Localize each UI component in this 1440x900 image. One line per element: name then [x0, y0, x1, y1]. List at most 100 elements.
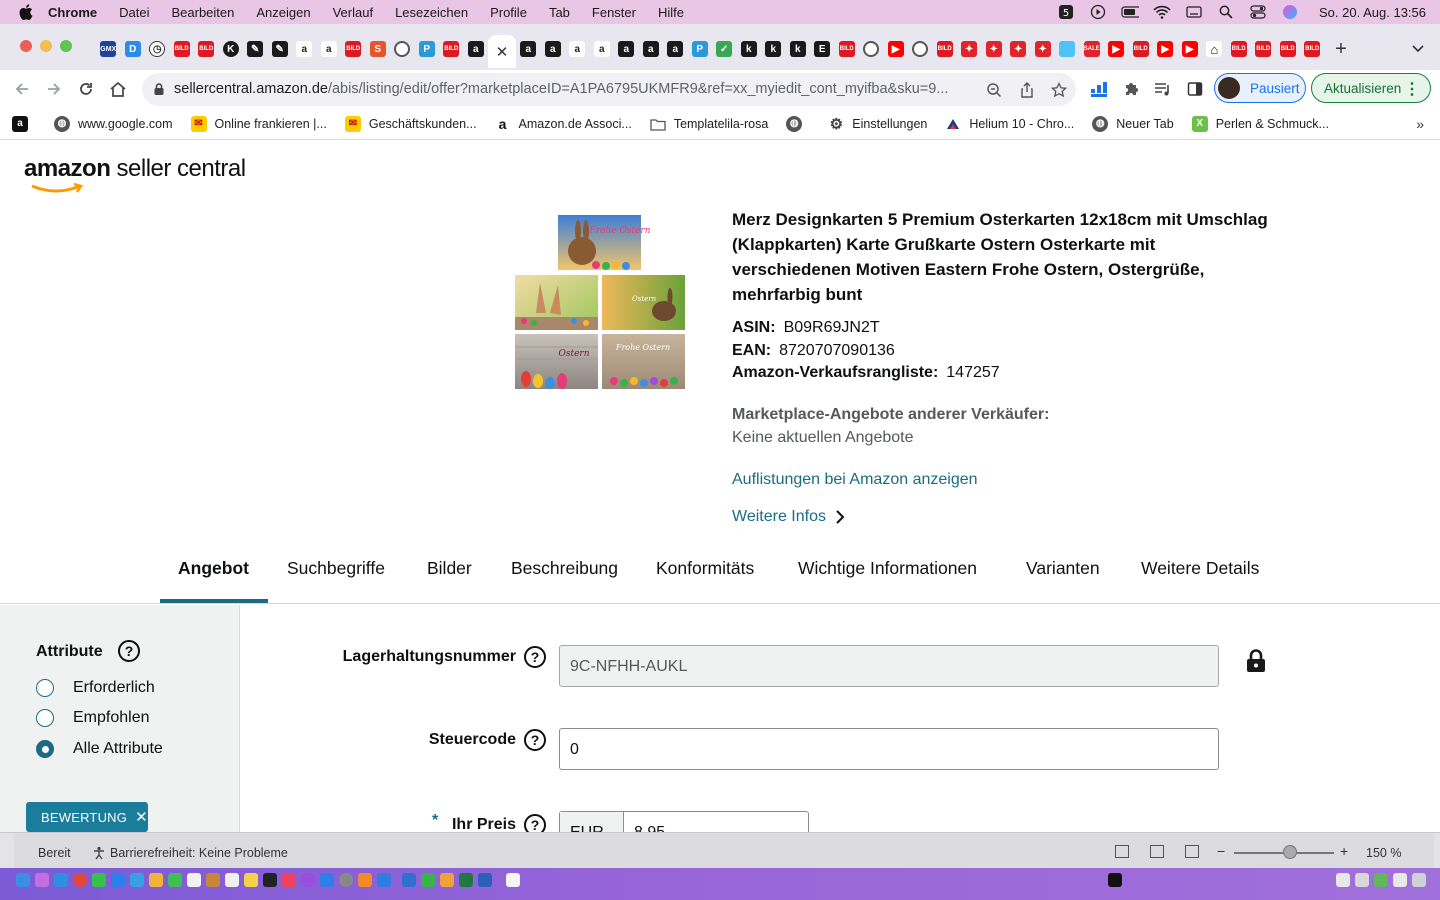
back-button[interactable] [11, 78, 33, 100]
tab-bild[interactable]: BILD [1300, 37, 1325, 61]
radio-button[interactable] [36, 709, 54, 727]
settings-icon[interactable] [339, 873, 353, 887]
tax-code-input[interactable]: 0 [559, 728, 1219, 770]
document-icon[interactable] [506, 873, 520, 887]
bookmark-neuer-tab[interactable]: ◍ Neuer Tab [1092, 115, 1174, 132]
extension-grid-icon[interactable] [1089, 79, 1109, 99]
tab-e[interactable]: E [810, 37, 835, 61]
tab-bild[interactable]: BILD [170, 37, 195, 61]
tab-bild[interactable]: BILD [194, 37, 219, 61]
siri-icon[interactable] [1281, 5, 1299, 19]
app-store-icon[interactable] [320, 873, 334, 887]
menu-tab[interactable]: Tab [549, 5, 570, 20]
media-queue-icon[interactable] [1153, 79, 1173, 99]
photos-icon[interactable] [149, 873, 163, 887]
bookmark-online-frankieren[interactable]: ✉ Online frankieren |... [190, 115, 327, 132]
tab-d[interactable]: D [121, 37, 146, 61]
side-panel-icon[interactable] [1185, 79, 1205, 99]
tab-k[interactable]: K [219, 37, 244, 61]
tab-check[interactable]: ✓ [712, 37, 737, 61]
tab-amazon[interactable]: a [639, 37, 664, 61]
radio-button-checked[interactable] [36, 740, 54, 758]
tab-youtube[interactable]: ▶ [1178, 37, 1203, 61]
bookmark-amazon[interactable]: a [12, 115, 36, 132]
zoom-window-button[interactable] [60, 40, 72, 52]
price-input[interactable]: EUR 8,95 [559, 811, 809, 832]
tab-chrome[interactable] [859, 37, 884, 61]
reload-button[interactable] [75, 78, 97, 100]
tab-k[interactable]: k [761, 37, 786, 61]
tab-beschreibung[interactable]: Beschreibung [511, 558, 618, 579]
chrome-icon[interactable] [73, 873, 87, 887]
tab-p[interactable]: P [688, 37, 713, 61]
control-center-icon[interactable] [1249, 5, 1267, 19]
tab-pdf[interactable]: ✦ [1006, 37, 1031, 61]
product-image[interactable]: Frohe Ostern Ostern Ostern Frohe Ostern [514, 213, 686, 391]
bookmark-templatelila-rosa[interactable]: Templatelila-rosa [649, 115, 768, 132]
tab-konformitaets[interactable]: Konformitäts [656, 558, 754, 579]
zoom-slider-handle[interactable] [1283, 845, 1297, 859]
tab-search-chevron-icon[interactable] [1408, 39, 1428, 59]
bookmark-amazon-associates[interactable]: a Amazon.de Associ... [494, 115, 632, 132]
tab-tool[interactable]: ✎ [268, 37, 293, 61]
tab-amazon[interactable]: a [663, 37, 688, 61]
menu-lesezeichen[interactable]: Lesezeichen [395, 5, 468, 20]
mail-icon[interactable] [111, 873, 125, 887]
tab-suchbegriffe[interactable]: Suchbegriffe [287, 558, 385, 579]
app-icon[interactable] [377, 873, 391, 887]
radio-alle-attribute[interactable]: Alle Attribute [36, 740, 163, 758]
tab-amazon[interactable]: a [565, 37, 590, 61]
contacts-icon[interactable] [206, 873, 220, 887]
battery-icon[interactable] [1121, 5, 1140, 19]
sku-input[interactable]: 9C-NFHH-AUKL [559, 645, 1219, 687]
menu-hilfe[interactable]: Hilfe [658, 5, 684, 20]
menu-anzeigen[interactable]: Anzeigen [256, 5, 310, 20]
tab-bild[interactable]: BILD [1276, 37, 1301, 61]
profile-paused-button[interactable]: Pausiert [1214, 73, 1306, 103]
new-tab-button[interactable]: + [1330, 37, 1352, 61]
tab-amazon[interactable]: a [464, 37, 489, 61]
tab-amazon[interactable]: a [590, 37, 615, 61]
more-info-link[interactable]: Weitere Infos [732, 508, 848, 526]
tab-amazon[interactable]: a [516, 37, 541, 61]
bookmark-star-icon[interactable] [1050, 81, 1068, 99]
menubar-clock[interactable]: So. 20. Aug. 13:56 [1319, 5, 1426, 20]
tab-bilder[interactable]: Bilder [427, 558, 472, 579]
page-break-view-icon[interactable] [1185, 845, 1199, 858]
app-icon[interactable] [358, 873, 372, 887]
facetime-icon[interactable] [168, 873, 182, 887]
calendar-icon[interactable] [187, 873, 201, 887]
minimized-window-icon[interactable] [1108, 873, 1122, 887]
tab-youtube[interactable]: ▶ [1104, 37, 1129, 61]
zoom-icon[interactable] [985, 81, 1003, 99]
tab-bild[interactable]: BILD [835, 37, 860, 61]
trash-icon[interactable] [1412, 873, 1426, 887]
tab-active-close-button[interactable]: ✕ [488, 35, 516, 68]
address-bar[interactable]: sellercentral.amazon.de/abis/listing/edi… [142, 73, 1076, 106]
tab-amazon[interactable]: a [614, 37, 639, 61]
reminders-icon[interactable] [225, 873, 239, 887]
tab-bild[interactable]: BILD [341, 37, 366, 61]
maps-icon[interactable] [130, 873, 144, 887]
tab-amazon[interactable]: a [541, 37, 566, 61]
tab-bild[interactable]: BILD [1129, 37, 1154, 61]
bookmark-einstellungen[interactable]: ⚙ Einstellungen [828, 115, 927, 133]
help-icon[interactable]: ? [118, 640, 140, 662]
tab-bild[interactable]: BILD [1251, 37, 1276, 61]
tab-s[interactable]: S [366, 37, 391, 61]
tab-p[interactable]: P [415, 37, 440, 61]
share-icon[interactable] [1018, 81, 1036, 99]
tab-youtube[interactable]: ▶ [884, 37, 909, 61]
accessibility-status[interactable]: Barrierefreiheit: Keine Probleme [92, 846, 288, 860]
menu-profile[interactable]: Profile [490, 5, 527, 20]
tab-varianten[interactable]: Varianten [1026, 558, 1100, 579]
feedback-badge[interactable]: BEWERTUNG ✕ [26, 802, 148, 832]
apple-icon[interactable] [18, 4, 34, 20]
menu-verlauf[interactable]: Verlauf [333, 5, 373, 20]
tab-angebot[interactable]: Angebot [178, 558, 249, 579]
launchpad-icon[interactable] [35, 873, 49, 887]
wifi-icon[interactable] [1153, 5, 1171, 19]
keynote-icon[interactable] [402, 873, 416, 887]
tab-k[interactable]: k [786, 37, 811, 61]
menu-app-chrome[interactable]: Chrome [48, 5, 97, 20]
